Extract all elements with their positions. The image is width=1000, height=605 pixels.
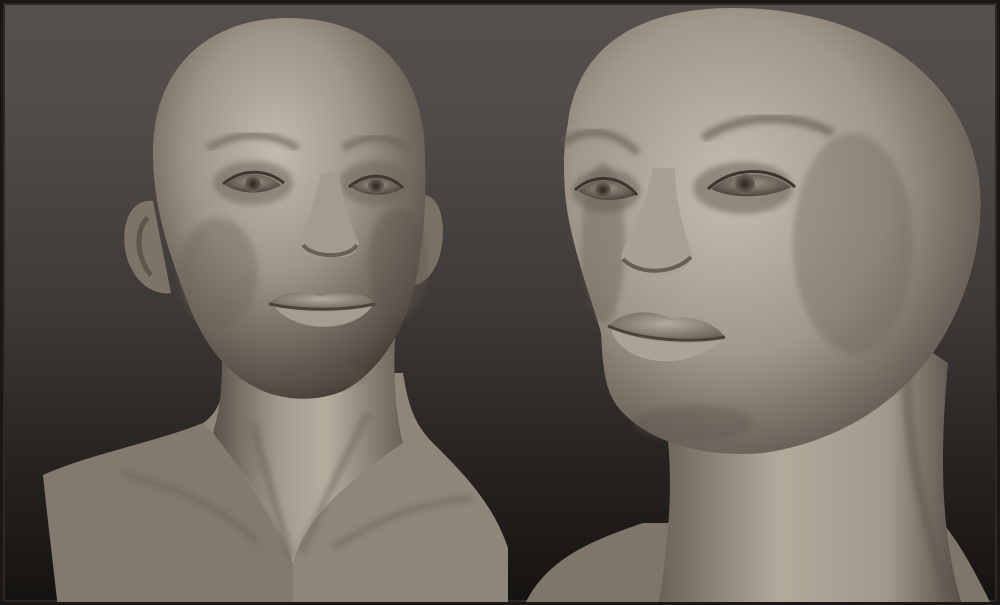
front-view-bust <box>43 18 508 602</box>
three-quarter-view-bust <box>525 8 990 602</box>
render-viewport <box>0 0 1000 605</box>
sculpt-render <box>43 8 990 602</box>
front-view-head <box>153 18 426 399</box>
